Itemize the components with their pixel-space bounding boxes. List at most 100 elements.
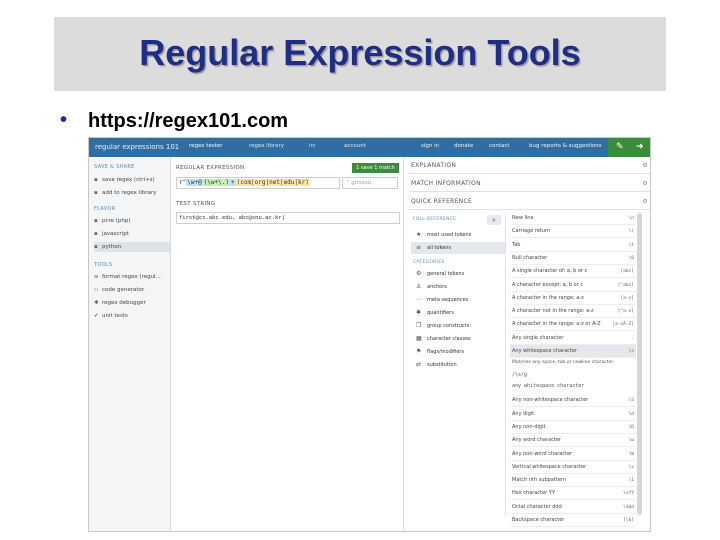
flavor-pcre[interactable]: ▪ pcre (php) [94,216,170,226]
donate-link[interactable]: donate [454,143,473,149]
token-row[interactable]: Hex character YY \xYY [510,487,636,501]
token-row[interactable]: Carriage return \r [510,225,636,239]
grid-icon: ▦ [416,335,422,342]
token-code: \w [628,438,634,444]
left-sidebar: SAVE & SHARE ▪ save regex (ctrl+s) ▪ add t… [89,157,171,531]
token-code: \W [628,451,634,457]
explanation-header[interactable]: EXPLANATION ⚙ [409,157,650,174]
tool-code-label: code generator [102,287,145,293]
token-code: [abc] [620,269,634,275]
token-row[interactable]: A character not in the range: a-z [^a-z] [510,305,636,319]
save-icon: ▪ [94,177,98,183]
cat-groups[interactable]: ❐ group constructs [411,320,505,332]
contact-link[interactable]: contact [489,143,510,149]
token-label: Null character [512,254,548,261]
token-code: \0 [628,255,634,261]
regex-flags-input[interactable]: " gmixsu [342,177,398,189]
save-regex-item[interactable]: ▪ save regex (ctrl+s) [94,175,170,185]
cat-flags[interactable]: ⚑ flags/modifiers [411,346,505,358]
full-reference-label: FULL REFERENCE [413,217,457,222]
regex-input[interactable]: r"\w+@ (\w+\.) + (com|org|net|edu|kr) [176,177,340,189]
gear-icon[interactable]: ⚙ [642,193,648,210]
token-row[interactable]: Tab \t [510,239,636,252]
star-icon: ★ [416,231,422,238]
token-label: Hex character YY [512,490,555,497]
ref-most-used[interactable]: ★ most used tokens [411,229,505,241]
cat-general[interactable]: ⚙ general tokens [411,268,505,280]
cat-classes[interactable]: ▦ character classes [411,333,505,345]
token-row[interactable]: Any digit \d [510,408,636,421]
token-row[interactable]: Backspace character [\b] [510,514,636,527]
bullet-marker: • [60,109,68,131]
token-row[interactable]: Any non-digit \D [510,421,636,434]
cat-quantifiers[interactable]: ✱ quantifiers [411,307,505,319]
token-row[interactable]: Vertical whitespace character \v [510,461,636,474]
add-library-item[interactable]: ▪ add to regex library [94,188,170,198]
token-code: [\b] [623,518,634,523]
token-row[interactable]: Octal character ddd \ddd [510,501,636,514]
match-info-header[interactable]: MATCH INFORMATION ⚙ [409,175,650,192]
arrow-right-icon[interactable]: ➜ [636,142,644,152]
regex-heading: REGULAR EXPRESSION [176,165,245,171]
save-button[interactable]: 1 save 1 match [352,163,399,173]
file-icon: ▪ [94,218,98,224]
cat-substitution-label: substitution [427,362,457,368]
sign-in-link[interactable]: sign in [421,143,439,149]
token-label: A character except: a, b or c [512,281,584,288]
token-row[interactable]: Match nth subpattern \1 [510,474,636,488]
token-code: \xYY [623,491,634,497]
search-icon[interactable]: ⌕ [487,215,501,225]
tool-format-regex[interactable]: ≡ format regex (regul... [94,272,170,282]
nav-regex-tester[interactable]: regex tester [189,143,223,149]
scrollbar-thumb[interactable] [637,214,642,514]
nav-irc[interactable]: irc [309,143,316,149]
slide-title: Regular Expression Tools [139,32,581,73]
token-row[interactable]: Any word character \w [510,434,636,448]
token-code: \1 [628,478,634,484]
test-string-input[interactable]: first@cs.abc.edu, abc@snu.ac.kr| [176,212,400,224]
token-row[interactable]: A character in the range: a-z or A-Z [a-z… [510,318,636,332]
cat-substitution[interactable]: ⇄ substitution [411,359,505,371]
gear-icon[interactable]: ⚙ [642,175,648,192]
flag-icon: ⚑ [416,348,422,355]
token-row[interactable]: Any single character. [510,332,636,345]
ref-all-tokens[interactable]: ≡ all tokens [411,242,505,254]
token-label: Any single character [512,334,564,341]
nav-account[interactable]: account [344,143,366,149]
token-row[interactable]: A single character of: a, b or c [abc] [510,265,636,279]
token-row[interactable]: Any whitespace character \s [510,345,636,358]
flavor-python[interactable]: ▪ python [94,242,170,252]
tool-code-generator[interactable]: ‹› code generator [94,285,170,295]
anchor-icon: ⚓ [416,283,422,290]
token-row[interactable]: New line \n [510,212,636,225]
token-row[interactable]: A character except: a, b or c [^abc] [510,279,636,292]
tool-unit-label: unit tests [102,313,128,319]
shuffle-icon: ⇄ [416,361,422,368]
tool-unit-tests[interactable]: ✔ unit tests [94,311,170,321]
flavor-javascript[interactable]: ▪ javascript [94,229,170,239]
token-code: \s [628,349,634,354]
token-row[interactable]: A character in the range: a-z [a-z] [510,292,636,305]
token-label: Any non-whitespace character [512,397,589,404]
quick-ref-label: QUICK REFERENCE [411,198,473,205]
nav-regex-library[interactable]: regex library [249,143,284,149]
top-navigation-bar: regular expressions 101 regex tester reg… [89,138,650,157]
token-code: \n [628,216,634,221]
token-row[interactable]: Null character \0 [510,252,636,265]
token-row[interactable]: Any non-word character \W [510,448,636,461]
quick-ref-header[interactable]: QUICK REFERENCE ⚙ [409,193,650,210]
cat-anchors[interactable]: ⚓ anchors [411,281,505,293]
cat-meta[interactable]: ⋯ meta sequences [411,294,505,306]
gear-icon[interactable]: ⚙ [642,157,648,174]
tool-regex-debugger[interactable]: ✱ regex debugger [94,298,170,308]
wrench-icon[interactable]: ✎ [616,142,624,152]
token-label: Backspace character [512,517,565,523]
tool-format-label: format regex (regul... [102,274,161,280]
app-logo[interactable]: regular expressions 101 [95,143,179,151]
token-code: [a-z] [620,295,634,301]
bullet-url[interactable]: https://regex101.com [88,110,288,133]
cat-flags-label: flags/modifiers [427,349,465,355]
tools-heading: TOOLS [94,262,113,268]
token-row[interactable]: Any non-whitespace character \S [510,394,636,408]
bug-reports-link[interactable]: bug reports & suggestions [529,143,602,149]
